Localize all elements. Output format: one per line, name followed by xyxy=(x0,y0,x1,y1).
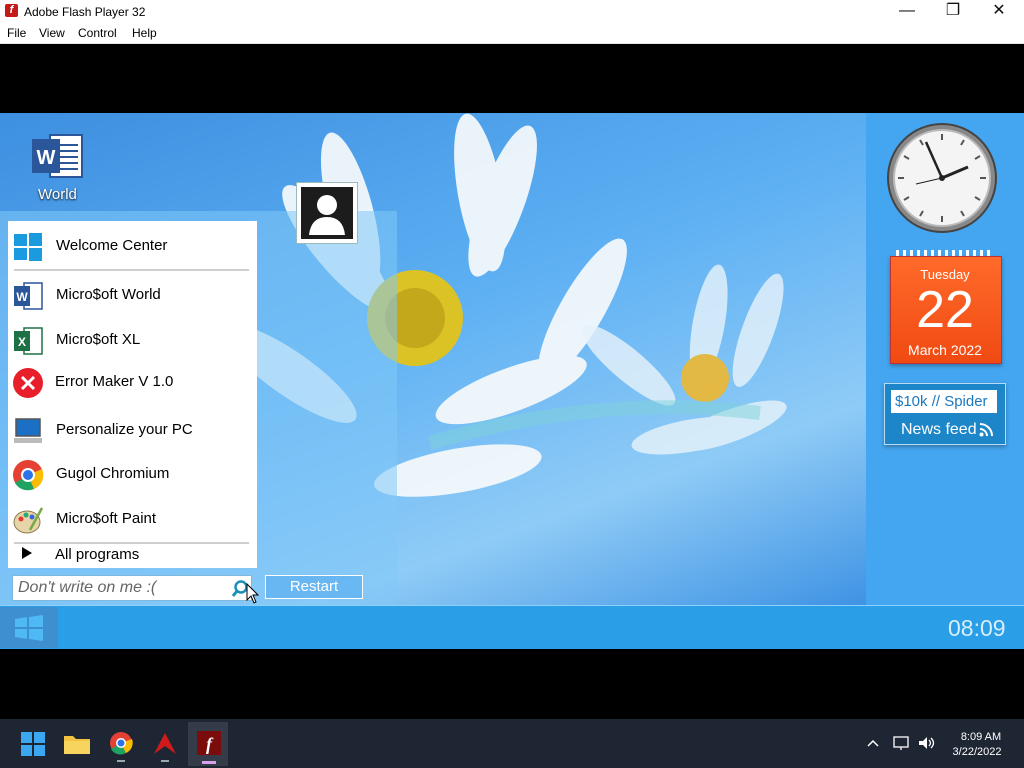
news-ticker-box: $10k // Spider xyxy=(891,390,997,413)
minimize-button[interactable]: — xyxy=(884,0,930,24)
restart-button[interactable]: Restart xyxy=(265,575,363,599)
flash-stage: W World Welcome Center W Micro$oft World… xyxy=(0,113,1024,649)
word-desktop-icon[interactable]: W xyxy=(30,133,86,179)
menu-control[interactable]: Control xyxy=(78,26,117,40)
calendar-date: 22 xyxy=(916,281,974,339)
word-app-icon: W xyxy=(14,282,43,310)
error-x-icon xyxy=(13,368,43,398)
desktop-taskbar xyxy=(0,605,1024,649)
flash-projector-icon[interactable] xyxy=(146,724,184,764)
menu-view[interactable]: View xyxy=(39,26,65,40)
flash-player-icon: f xyxy=(5,4,18,17)
divider xyxy=(14,269,249,271)
menu-help[interactable]: Help xyxy=(132,26,157,40)
start-item-label: Micro$oft World xyxy=(56,286,161,303)
windows-start-icon[interactable] xyxy=(14,724,52,764)
start-item-label: Gugol Chromium xyxy=(56,465,170,482)
news-feed-label: News feed xyxy=(901,421,977,438)
user-avatar[interactable] xyxy=(296,182,358,244)
word-doc-icon: W xyxy=(32,134,83,178)
window-title: Adobe Flash Player 32 xyxy=(24,5,146,19)
windows-logo-icon xyxy=(14,233,42,261)
start-item-word[interactable]: W Micro$oft World xyxy=(8,275,257,315)
divider xyxy=(14,542,249,544)
desktop-clock: 08:09 xyxy=(948,615,1006,641)
volume-icon[interactable] xyxy=(917,735,937,751)
start-item-label: Error Maker V 1.0 xyxy=(55,373,174,390)
start-item-label: Personalize your PC xyxy=(56,421,193,438)
start-search-box[interactable] xyxy=(12,575,252,601)
start-item-paint[interactable]: Micro$oft Paint xyxy=(8,499,257,539)
network-icon[interactable] xyxy=(892,735,910,751)
excel-app-icon: X xyxy=(14,327,43,355)
title-bar xyxy=(0,0,1024,24)
mouse-cursor-icon xyxy=(246,583,260,604)
svg-text:W: W xyxy=(16,290,28,304)
all-programs-arrow-icon xyxy=(22,547,32,559)
start-item-label: Micro$oft XL xyxy=(56,331,141,348)
start-item-label: Welcome Center xyxy=(56,237,168,254)
taskbar-time[interactable]: 8:09 AM xyxy=(956,731,1006,743)
search-input[interactable] xyxy=(18,579,228,597)
start-item-error-maker[interactable]: Error Maker V 1.0 xyxy=(8,362,257,402)
restore-button[interactable]: ❐ xyxy=(930,0,976,24)
rss-icon xyxy=(979,423,993,437)
computer-monitor-icon xyxy=(14,418,42,443)
user-silhouette-icon xyxy=(301,187,353,239)
taskbar-date[interactable]: 3/22/2022 xyxy=(944,746,1010,758)
windows-logo-icon xyxy=(15,615,43,641)
all-programs-button[interactable]: All programs xyxy=(55,546,139,563)
analog-clock-gadget xyxy=(886,122,998,234)
chevron-up-icon[interactable] xyxy=(866,736,880,750)
calendar-month: March 2022 xyxy=(908,342,982,358)
svg-text:W: W xyxy=(37,147,56,169)
analog-clock-icon xyxy=(887,123,997,233)
chrome-browser-icon[interactable] xyxy=(102,724,140,764)
close-button[interactable]: ✕ xyxy=(976,0,1022,24)
chrome-browser-icon xyxy=(13,460,44,491)
desktop-icon-label: World xyxy=(38,186,77,203)
start-item-welcome-center[interactable]: Welcome Center xyxy=(8,226,257,266)
news-ticker: $10k // Spider xyxy=(895,393,988,410)
start-item-label: Micro$oft Paint xyxy=(56,510,157,527)
flash-player-taskbar-icon[interactable]: f xyxy=(190,724,228,764)
start-menu-list: Welcome Center W Micro$oft World X Micro… xyxy=(8,221,257,568)
svg-text:X: X xyxy=(18,335,26,349)
menu-file[interactable]: File xyxy=(7,26,26,40)
desktop-start-button[interactable] xyxy=(0,607,58,648)
start-item-xl[interactable]: X Micro$oft XL xyxy=(8,320,257,360)
start-item-chromium[interactable]: Gugol Chromium xyxy=(8,454,257,494)
start-item-personalize[interactable]: Personalize your PC xyxy=(8,410,257,450)
paint-palette-icon xyxy=(13,507,44,534)
file-explorer-icon[interactable] xyxy=(58,724,96,764)
